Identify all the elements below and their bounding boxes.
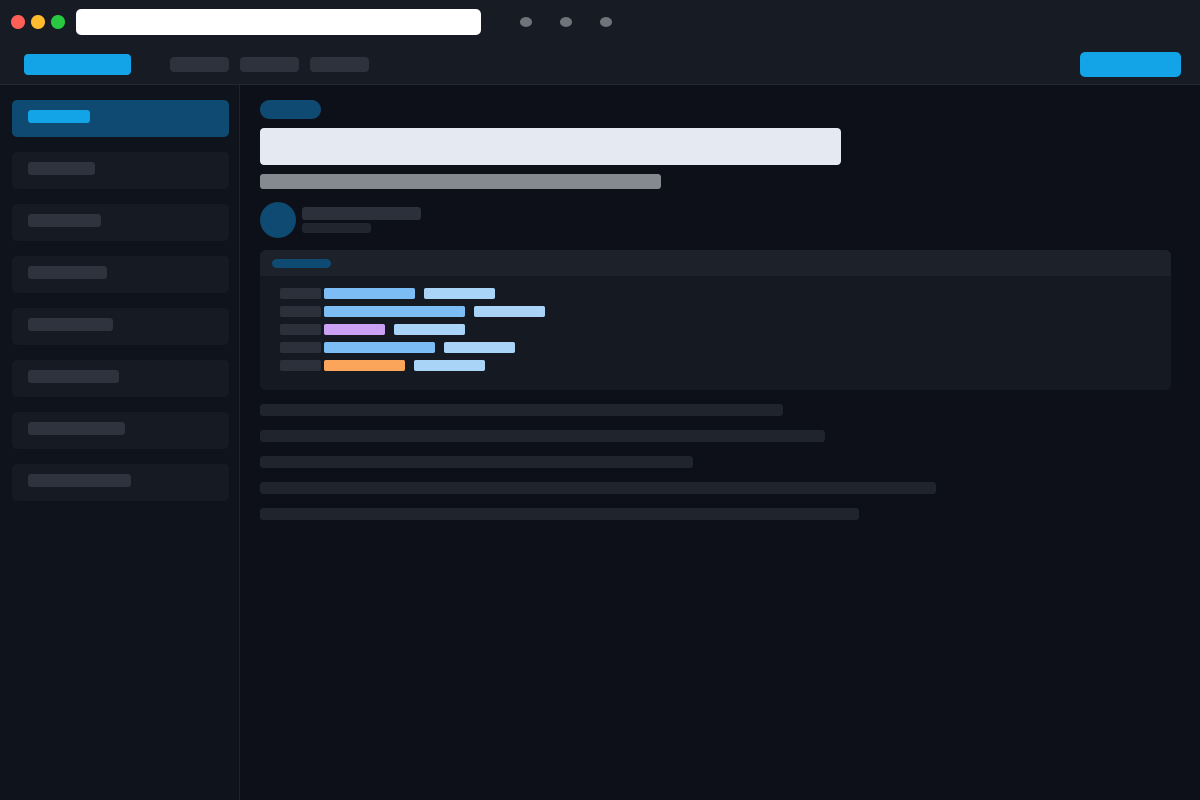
code-token-string	[444, 342, 515, 353]
sidebar-item-label	[28, 110, 90, 123]
page-subtitle	[260, 174, 661, 189]
paragraph-line	[260, 404, 783, 416]
category-tag[interactable]	[260, 100, 321, 119]
paragraph-line	[260, 508, 859, 520]
sidebar-item[interactable]	[12, 464, 229, 501]
paragraph-line	[260, 430, 825, 442]
code-token-function	[324, 324, 385, 335]
code-block-header	[260, 250, 1171, 276]
code-line	[280, 288, 1160, 299]
dot-icon[interactable]	[520, 17, 532, 27]
app-window	[0, 0, 1200, 800]
code-line	[280, 342, 1160, 353]
sidebar-item-label	[28, 422, 125, 435]
line-number	[280, 360, 321, 371]
sidebar-item[interactable]	[12, 204, 229, 241]
sidebar	[0, 85, 240, 800]
sidebar-item[interactable]	[12, 256, 229, 293]
nav-link[interactable]	[240, 57, 299, 72]
code-token-keyword	[324, 288, 415, 299]
line-number	[280, 288, 321, 299]
paragraph-line	[260, 456, 693, 468]
sidebar-item-label	[28, 266, 107, 279]
code-line	[280, 360, 1160, 371]
sidebar-item[interactable]	[12, 308, 229, 345]
sidebar-item[interactable]	[12, 412, 229, 449]
code-token-keyword	[324, 306, 465, 317]
code-token-keyword	[324, 342, 435, 353]
title-bar	[0, 0, 1200, 44]
line-number	[280, 306, 321, 317]
maximize-window-button[interactable]	[51, 15, 65, 29]
code-token-string	[414, 360, 485, 371]
code-token-string	[474, 306, 545, 317]
cta-button[interactable]	[1080, 52, 1181, 77]
minimize-window-button[interactable]	[31, 15, 45, 29]
sidebar-item[interactable]	[12, 360, 229, 397]
code-block	[260, 250, 1171, 390]
author-meta	[302, 223, 371, 233]
code-line	[280, 306, 1160, 317]
sidebar-item-label	[28, 318, 113, 331]
line-number	[280, 342, 321, 353]
sidebar-item-label	[28, 474, 131, 487]
sidebar-item-label	[28, 370, 119, 383]
code-token-number	[324, 360, 405, 371]
sidebar-item-label	[28, 162, 95, 175]
code-line	[280, 324, 1160, 335]
avatar[interactable]	[260, 202, 296, 238]
code-language-label	[272, 259, 331, 268]
address-bar[interactable]	[76, 9, 481, 35]
code-token-string	[394, 324, 465, 335]
line-number	[280, 324, 321, 335]
code-token-string	[424, 288, 495, 299]
sidebar-item-label	[28, 214, 101, 227]
page-title	[260, 128, 841, 165]
brand-logo[interactable]	[24, 54, 131, 75]
author-name[interactable]	[302, 207, 421, 220]
nav-link[interactable]	[170, 57, 229, 72]
dot-icon[interactable]	[600, 17, 612, 27]
app-header	[0, 44, 1200, 85]
close-window-button[interactable]	[11, 15, 25, 29]
sidebar-item[interactable]	[12, 152, 229, 189]
nav-link[interactable]	[310, 57, 369, 72]
sidebar-item-active[interactable]	[12, 100, 229, 137]
dot-icon[interactable]	[560, 17, 572, 27]
paragraph-line	[260, 482, 936, 494]
article-content	[241, 85, 1200, 800]
